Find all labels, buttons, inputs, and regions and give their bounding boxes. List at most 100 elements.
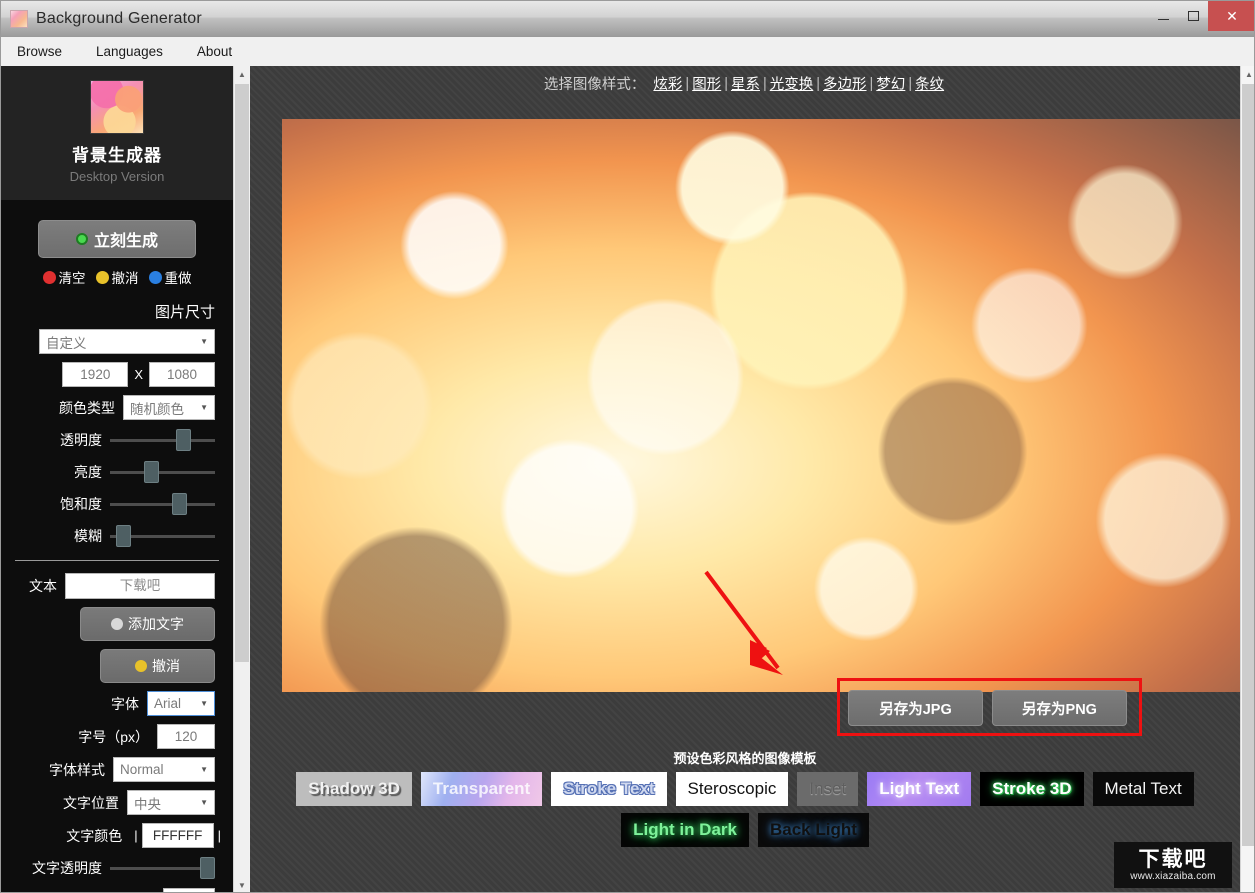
text-color-input[interactable]: FFFFFF (141, 823, 214, 848)
opacity-slider-row: 透明度 (9, 428, 225, 452)
color-type-row: 颜色类型 随机颜色 ▼ (9, 395, 225, 420)
text-opacity-slider[interactable] (110, 856, 215, 880)
main-scrollbar-thumb[interactable] (1242, 84, 1254, 846)
color-type-select[interactable]: 随机颜色 ▼ (123, 395, 215, 420)
close-button[interactable]: ✕ (1208, 1, 1254, 31)
font-style-select[interactable]: Normal ▼ (113, 757, 215, 782)
clear-action[interactable]: 清空 (42, 267, 86, 287)
slider-thumb[interactable] (116, 525, 131, 547)
clear-label: 清空 (58, 271, 86, 286)
app-window: Background Generator ✕ Browse Languages … (0, 0, 1255, 893)
minimize-button[interactable] (1148, 1, 1178, 31)
style-sep: | (869, 75, 874, 92)
slider-thumb[interactable] (144, 461, 159, 483)
undo-text-button[interactable]: 撤消 (100, 649, 215, 683)
style-sep: | (762, 75, 767, 92)
margin-input[interactable]: 20 (163, 888, 215, 892)
redo-icon (148, 270, 162, 284)
text-position-value: 中央 (134, 796, 161, 812)
template-back-light[interactable]: Back Light (758, 813, 869, 847)
clear-icon (42, 270, 56, 284)
slider-thumb[interactable] (176, 429, 191, 451)
sidebar-scrollbar-thumb[interactable] (235, 84, 249, 662)
style-link-tuxing[interactable]: 图形 (692, 73, 721, 94)
blur-slider[interactable] (110, 524, 215, 548)
text-label: 文本 (29, 578, 57, 594)
saturation-slider[interactable] (110, 492, 215, 516)
brightness-slider[interactable] (110, 460, 215, 484)
template-stroke-3d[interactable]: Stroke 3D (980, 772, 1084, 806)
menu-bar: Browse Languages About (1, 37, 1254, 66)
generate-button[interactable]: 立刻生成 (38, 220, 196, 258)
size-preset-select[interactable]: 自定义 ▼ (39, 329, 215, 354)
style-sep: | (685, 75, 690, 92)
sidebar-scrollbar[interactable]: ▲ ▼ (233, 66, 250, 892)
template-light-text[interactable]: Light Text (867, 772, 972, 806)
template-stroke-text[interactable]: Stroke Text (551, 772, 667, 806)
slider-track (110, 439, 215, 442)
font-size-input[interactable]: 120 (157, 724, 215, 749)
window-title: Background Generator (36, 9, 202, 27)
opacity-slider[interactable] (110, 428, 215, 452)
font-style-row: 字体样式 Normal ▼ (9, 757, 225, 782)
text-color-row: 文字颜色 | FFFFFF | (9, 823, 225, 848)
style-link-duobianxing[interactable]: 多边形 (823, 73, 867, 94)
chevron-down-icon: ▼ (200, 798, 208, 807)
template-inset[interactable]: Inset (797, 772, 859, 806)
style-link-xuancai[interactable]: 炫彩 (653, 73, 682, 94)
menu-item-about[interactable]: About (195, 41, 234, 62)
font-size-row: 字号（px） 120 (9, 724, 225, 749)
scroll-up-icon[interactable]: ▲ (1241, 66, 1254, 83)
watermark-url: www.xiazaiba.com (1130, 870, 1216, 882)
menu-item-languages[interactable]: Languages (94, 41, 165, 62)
style-link-guangbianhuan[interactable]: 光变换 (770, 73, 814, 94)
window-controls: ✕ (1148, 1, 1254, 31)
height-input[interactable]: 1080 (149, 362, 215, 387)
scroll-up-icon[interactable]: ▲ (234, 66, 250, 83)
add-text-button[interactable]: 添加文字 (80, 607, 215, 641)
style-link-xingxi[interactable]: 星系 (731, 73, 760, 94)
watermark-name: 下载吧 (1138, 847, 1208, 871)
text-opacity-label: 文字透明度 (32, 860, 102, 876)
style-sep: | (816, 75, 821, 92)
sidebar-action-row: 清空 撤消 重做 (9, 267, 225, 287)
redo-action[interactable]: 重做 (148, 267, 192, 287)
size-separator: X (134, 367, 143, 382)
undo-label: 撤消 (111, 271, 139, 286)
color-type-label: 颜色类型 (59, 399, 115, 416)
scroll-down-icon[interactable]: ▼ (234, 877, 250, 892)
menu-item-browse[interactable]: Browse (15, 41, 64, 62)
style-link-tiaowen[interactable]: 条纹 (915, 73, 944, 94)
style-sep: | (724, 75, 728, 92)
template-steroscopic[interactable]: Steroscopic (675, 772, 789, 806)
add-text-icon (111, 618, 123, 630)
template-transparent[interactable]: Transparent (420, 772, 543, 806)
slider-thumb[interactable] (172, 493, 187, 515)
maximize-button[interactable] (1178, 1, 1208, 31)
save-as-png-button[interactable]: 另存为PNG (992, 690, 1127, 726)
size-preset-row: 自定义 ▼ (9, 329, 225, 354)
text-position-select[interactable]: 中央 ▼ (127, 790, 215, 815)
watermark: 下载吧 www.xiazaiba.com (1114, 842, 1232, 888)
app-icon (10, 9, 28, 28)
font-select[interactable]: Arial ▼ (147, 691, 215, 716)
style-selector-bar: 选择图像样式： 炫彩 | 图形 | 星系 | 光变换 | 多边形 | 梦幻 | … (250, 66, 1240, 101)
slider-thumb[interactable] (200, 857, 215, 879)
text-input[interactable]: 下载吧 (65, 573, 215, 599)
template-light-in-dark[interactable]: Light in Dark (621, 813, 749, 847)
image-preview[interactable] (282, 119, 1240, 692)
generate-button-label: 立刻生成 (93, 233, 158, 250)
style-link-menghuan[interactable]: 梦幻 (876, 73, 905, 94)
chevron-down-icon: ▼ (200, 337, 208, 346)
text-opacity-row: 文字透明度 (9, 856, 225, 880)
template-metal-text[interactable]: Metal Text (1092, 772, 1194, 806)
font-value: Arial (154, 696, 182, 711)
undo-action[interactable]: 撤消 (95, 267, 139, 287)
font-size-label: 字号（px） (78, 728, 149, 745)
undo-text-label: 撤消 (152, 658, 180, 674)
save-as-jpg-button[interactable]: 另存为JPG (848, 690, 983, 726)
template-shadow-3d[interactable]: Shadow 3D (296, 772, 412, 806)
text-color-label: 文字颜色 (66, 827, 123, 844)
main-scrollbar[interactable]: ▲ (1240, 66, 1254, 892)
width-input[interactable]: 1920 (62, 362, 129, 387)
